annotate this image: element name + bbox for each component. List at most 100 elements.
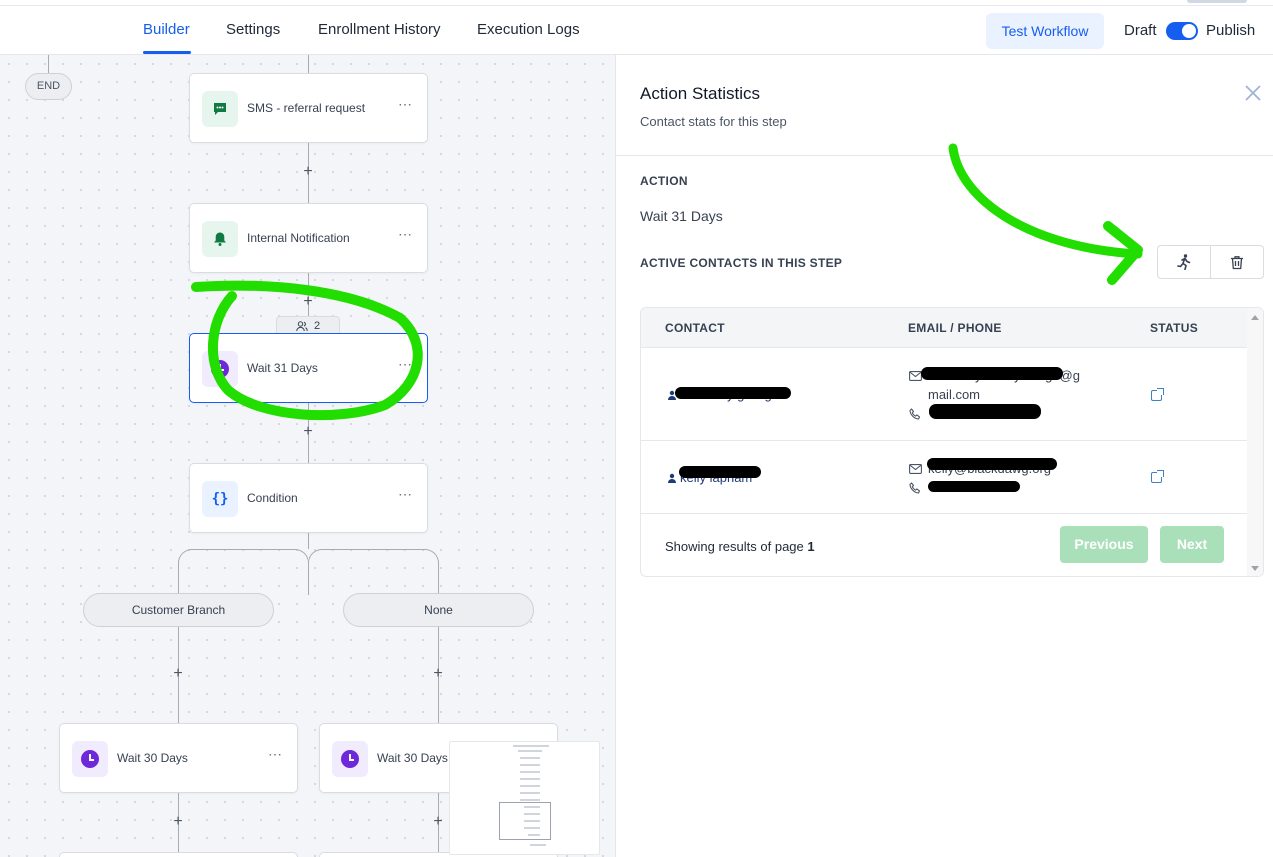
minimap[interactable]	[449, 741, 600, 855]
wait-31-days-node[interactable]: Wait 31 Days ⋯	[189, 333, 428, 403]
wait-30-days-node-left[interactable]: Wait 30 Days ⋯	[59, 723, 298, 793]
draft-label: Draft	[1124, 22, 1157, 39]
sms-icon-wrap	[202, 91, 238, 127]
connector-line	[48, 55, 49, 73]
panel-subtitle: Contact stats for this step	[640, 114, 787, 129]
pagination-text: Showing results of page 1	[665, 539, 815, 554]
edge-tab	[1187, 0, 1247, 3]
clock-icon	[211, 360, 229, 378]
add-step-button[interactable]: +	[431, 666, 445, 682]
next-node-left[interactable]	[59, 852, 298, 857]
running-person-icon	[1177, 254, 1191, 270]
panel-divider	[616, 155, 1273, 156]
bell-icon	[214, 232, 226, 246]
table-scrollbar[interactable]	[1247, 308, 1263, 576]
bell-icon-wrap	[202, 221, 238, 257]
mail-icon	[909, 464, 922, 474]
next-button[interactable]: Next	[1160, 526, 1224, 563]
minimap-mark	[513, 745, 549, 747]
condition-node[interactable]: {} Condition ⋯	[189, 463, 428, 533]
external-link-icon[interactable]	[1151, 388, 1164, 401]
tab-builder[interactable]: Builder	[143, 21, 190, 38]
node-label: Wait 30 Days	[117, 751, 188, 765]
trash-icon	[1231, 255, 1243, 269]
panel-title: Action Statistics	[640, 84, 760, 103]
end-pill: END	[25, 73, 72, 100]
add-step-button[interactable]: +	[171, 666, 185, 682]
node-label: Internal Notification	[247, 231, 350, 245]
chat-icon	[214, 103, 226, 115]
test-workflow-button[interactable]: Test Workflow	[986, 13, 1104, 49]
node-label: Wait 31 Days	[247, 361, 318, 375]
delete-contacts-button[interactable]	[1210, 246, 1263, 278]
minimap-mark	[520, 792, 540, 794]
minimap-mark	[520, 785, 540, 787]
tab-execution-logs[interactable]: Execution Logs	[477, 21, 580, 38]
node-label: Wait 30 Days	[377, 751, 448, 765]
more-options-icon[interactable]: ⋯	[398, 226, 413, 243]
connector-line	[308, 533, 309, 549]
tab-settings[interactable]: Settings	[226, 21, 280, 38]
branch-customer[interactable]: Customer Branch	[83, 593, 274, 627]
phone-icon	[909, 482, 921, 494]
active-tab-indicator	[143, 51, 191, 54]
more-options-icon[interactable]: ⋯	[398, 96, 413, 113]
sms-node[interactable]: SMS - referral request ⋯	[189, 73, 428, 143]
publish-label: Publish	[1206, 22, 1256, 39]
col-email-phone: EMAIL / PHONE	[908, 321, 1002, 335]
clock-icon-wrap	[72, 741, 108, 777]
branch-connector-right	[308, 549, 439, 595]
minimap-mark	[520, 778, 540, 780]
active-contacts-heading: ACTIVE CONTACTS IN THIS STEP	[640, 256, 843, 270]
redaction-mark	[928, 481, 1020, 492]
previous-button[interactable]: Previous	[1060, 526, 1148, 563]
more-options-icon[interactable]: ⋯	[398, 356, 413, 373]
clock-icon-wrap	[332, 741, 368, 777]
minimap-mark	[520, 771, 540, 773]
add-step-button[interactable]: +	[301, 424, 315, 440]
table-header: CONTACT EMAIL / PHONE STATUS	[641, 308, 1249, 348]
clock-icon	[341, 750, 359, 768]
col-contact: CONTACT	[665, 321, 725, 335]
contact-count: 2	[313, 320, 321, 332]
add-step-button[interactable]: +	[171, 814, 185, 830]
action-value: Wait 31 Days	[640, 208, 723, 224]
branch-connector-left	[178, 549, 308, 595]
minimap-mark	[520, 764, 540, 766]
more-options-icon[interactable]: ⋯	[398, 486, 413, 503]
scroll-up-arrow[interactable]	[1251, 315, 1259, 320]
braces-icon: {}	[202, 481, 238, 517]
table-row[interactable]: kelly lapham kelly@blackdawg.org	[641, 441, 1249, 514]
table-row[interactable]: unearthly gallegos unearthlybeautylounge…	[641, 348, 1249, 441]
tab-enrollment-history[interactable]: Enrollment History	[318, 21, 441, 38]
action-statistics-panel: Action Statistics Contact stats for this…	[615, 55, 1273, 857]
users-icon	[296, 320, 308, 331]
minimap-mark	[530, 844, 546, 846]
internal-notification-node[interactable]: Internal Notification ⋯	[189, 203, 428, 273]
toggle-knob	[1182, 24, 1196, 38]
redaction-mark	[921, 367, 1063, 380]
current-page: 1	[807, 539, 815, 554]
workflow-canvas[interactable]: END SMS - referral request ⋯ + Internal …	[0, 55, 615, 857]
action-heading: ACTION	[640, 174, 688, 188]
external-link-icon[interactable]	[1151, 470, 1164, 483]
redaction-mark	[679, 466, 761, 478]
move-contacts-button[interactable]	[1158, 246, 1210, 278]
clock-icon	[81, 750, 99, 768]
step-actions-group	[1157, 245, 1264, 279]
node-label: Condition	[247, 491, 298, 505]
minimap-viewport[interactable]	[499, 802, 551, 840]
add-step-button[interactable]: +	[301, 294, 315, 310]
redaction-mark	[929, 404, 1041, 419]
add-step-button[interactable]: +	[301, 164, 315, 180]
branch-none[interactable]: None	[343, 593, 534, 627]
more-options-icon[interactable]: ⋯	[268, 746, 283, 763]
connector-line	[308, 55, 309, 73]
close-icon[interactable]	[1245, 81, 1261, 107]
add-step-button[interactable]: +	[431, 814, 445, 830]
scroll-down-arrow[interactable]	[1251, 566, 1259, 571]
publish-toggle[interactable]	[1166, 22, 1198, 40]
person-icon	[668, 473, 676, 483]
contact-email-continued: mail.com	[928, 387, 981, 402]
minimap-mark	[518, 750, 542, 752]
